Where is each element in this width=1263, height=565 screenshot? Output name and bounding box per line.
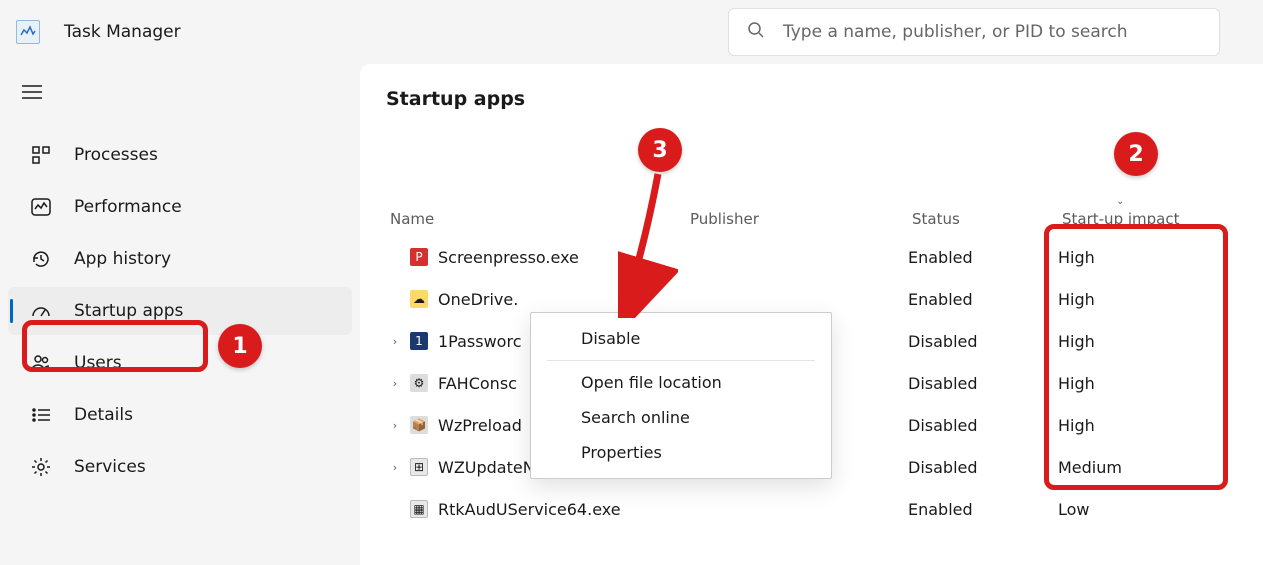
search-input[interactable] — [783, 22, 1201, 42]
history-icon — [30, 248, 52, 270]
col-status[interactable]: Status — [908, 210, 1058, 228]
activity-icon — [30, 196, 52, 218]
app-row-icon: P — [410, 248, 428, 266]
hamburger-icon[interactable] — [22, 84, 360, 103]
app-row-icon: ☁ — [410, 290, 428, 308]
annotation-badge-2: 2 — [1114, 132, 1158, 176]
chevron-down-icon: ⌄ — [1116, 196, 1124, 207]
search-box[interactable] — [728, 8, 1220, 56]
menu-item-disable[interactable]: Disable — [531, 321, 831, 356]
app-row-icon: ⚙ — [410, 374, 428, 392]
table-row[interactable]: ▦RtkAudUService64.exe Enabled Low — [386, 488, 1263, 530]
list-icon — [30, 404, 52, 426]
app-row-icon: ▦ — [410, 500, 428, 518]
chevron-right-icon[interactable]: › — [386, 419, 404, 432]
users-icon — [30, 352, 52, 374]
gauge-icon — [30, 300, 52, 322]
gear-icon — [30, 456, 52, 478]
sidebar-item-label: Services — [74, 457, 146, 477]
sidebar-item-label: Details — [74, 405, 133, 425]
sidebar-item-label: Users — [74, 353, 122, 373]
menu-item-properties[interactable]: Properties — [531, 435, 831, 470]
sidebar-item-processes[interactable]: Processes — [8, 131, 352, 179]
sidebar-item-users[interactable]: Users — [8, 339, 352, 387]
sidebar-item-startup-apps[interactable]: Startup apps — [8, 287, 352, 335]
app-title: Task Manager — [64, 22, 181, 42]
sidebar-item-label: Startup apps — [74, 301, 183, 321]
sidebar-item-app-history[interactable]: App history — [8, 235, 352, 283]
app-row-icon: 📦 — [410, 416, 428, 434]
sidebar-item-performance[interactable]: Performance — [8, 183, 352, 231]
sidebar-item-details[interactable]: Details — [8, 391, 352, 439]
search-icon — [747, 21, 765, 43]
sidebar-item-services[interactable]: Services — [8, 443, 352, 491]
col-publisher[interactable]: Publisher — [686, 210, 908, 228]
app-row-icon: 1 — [410, 332, 428, 350]
annotation-badge-3: 3 — [638, 128, 682, 172]
sidebar: Processes Performance App history Startu… — [0, 64, 360, 565]
column-headers: Name Publisher Status ⌄ Start-up impact — [386, 210, 1263, 236]
chevron-right-icon[interactable]: › — [386, 377, 404, 390]
sidebar-item-label: App history — [74, 249, 171, 269]
app-icon — [16, 20, 40, 44]
sidebar-item-label: Processes — [74, 145, 158, 165]
page-title: Startup apps — [386, 88, 1263, 110]
col-name[interactable]: Name — [386, 210, 686, 228]
menu-divider — [547, 360, 815, 361]
sidebar-item-label: Performance — [74, 197, 182, 217]
app-row-icon: ⊞ — [410, 458, 428, 476]
table-row[interactable]: PScreenpresso.exe Enabled High — [386, 236, 1263, 278]
menu-item-search-online[interactable]: Search online — [531, 400, 831, 435]
context-menu: Disable Open file location Search online… — [530, 312, 832, 479]
col-impact[interactable]: ⌄ Start-up impact — [1058, 210, 1238, 228]
chevron-right-icon[interactable]: › — [386, 335, 404, 348]
menu-item-open-file-location[interactable]: Open file location — [531, 365, 831, 400]
annotation-badge-1: 1 — [218, 324, 262, 368]
grid-icon — [30, 144, 52, 166]
chevron-right-icon[interactable]: › — [386, 461, 404, 474]
